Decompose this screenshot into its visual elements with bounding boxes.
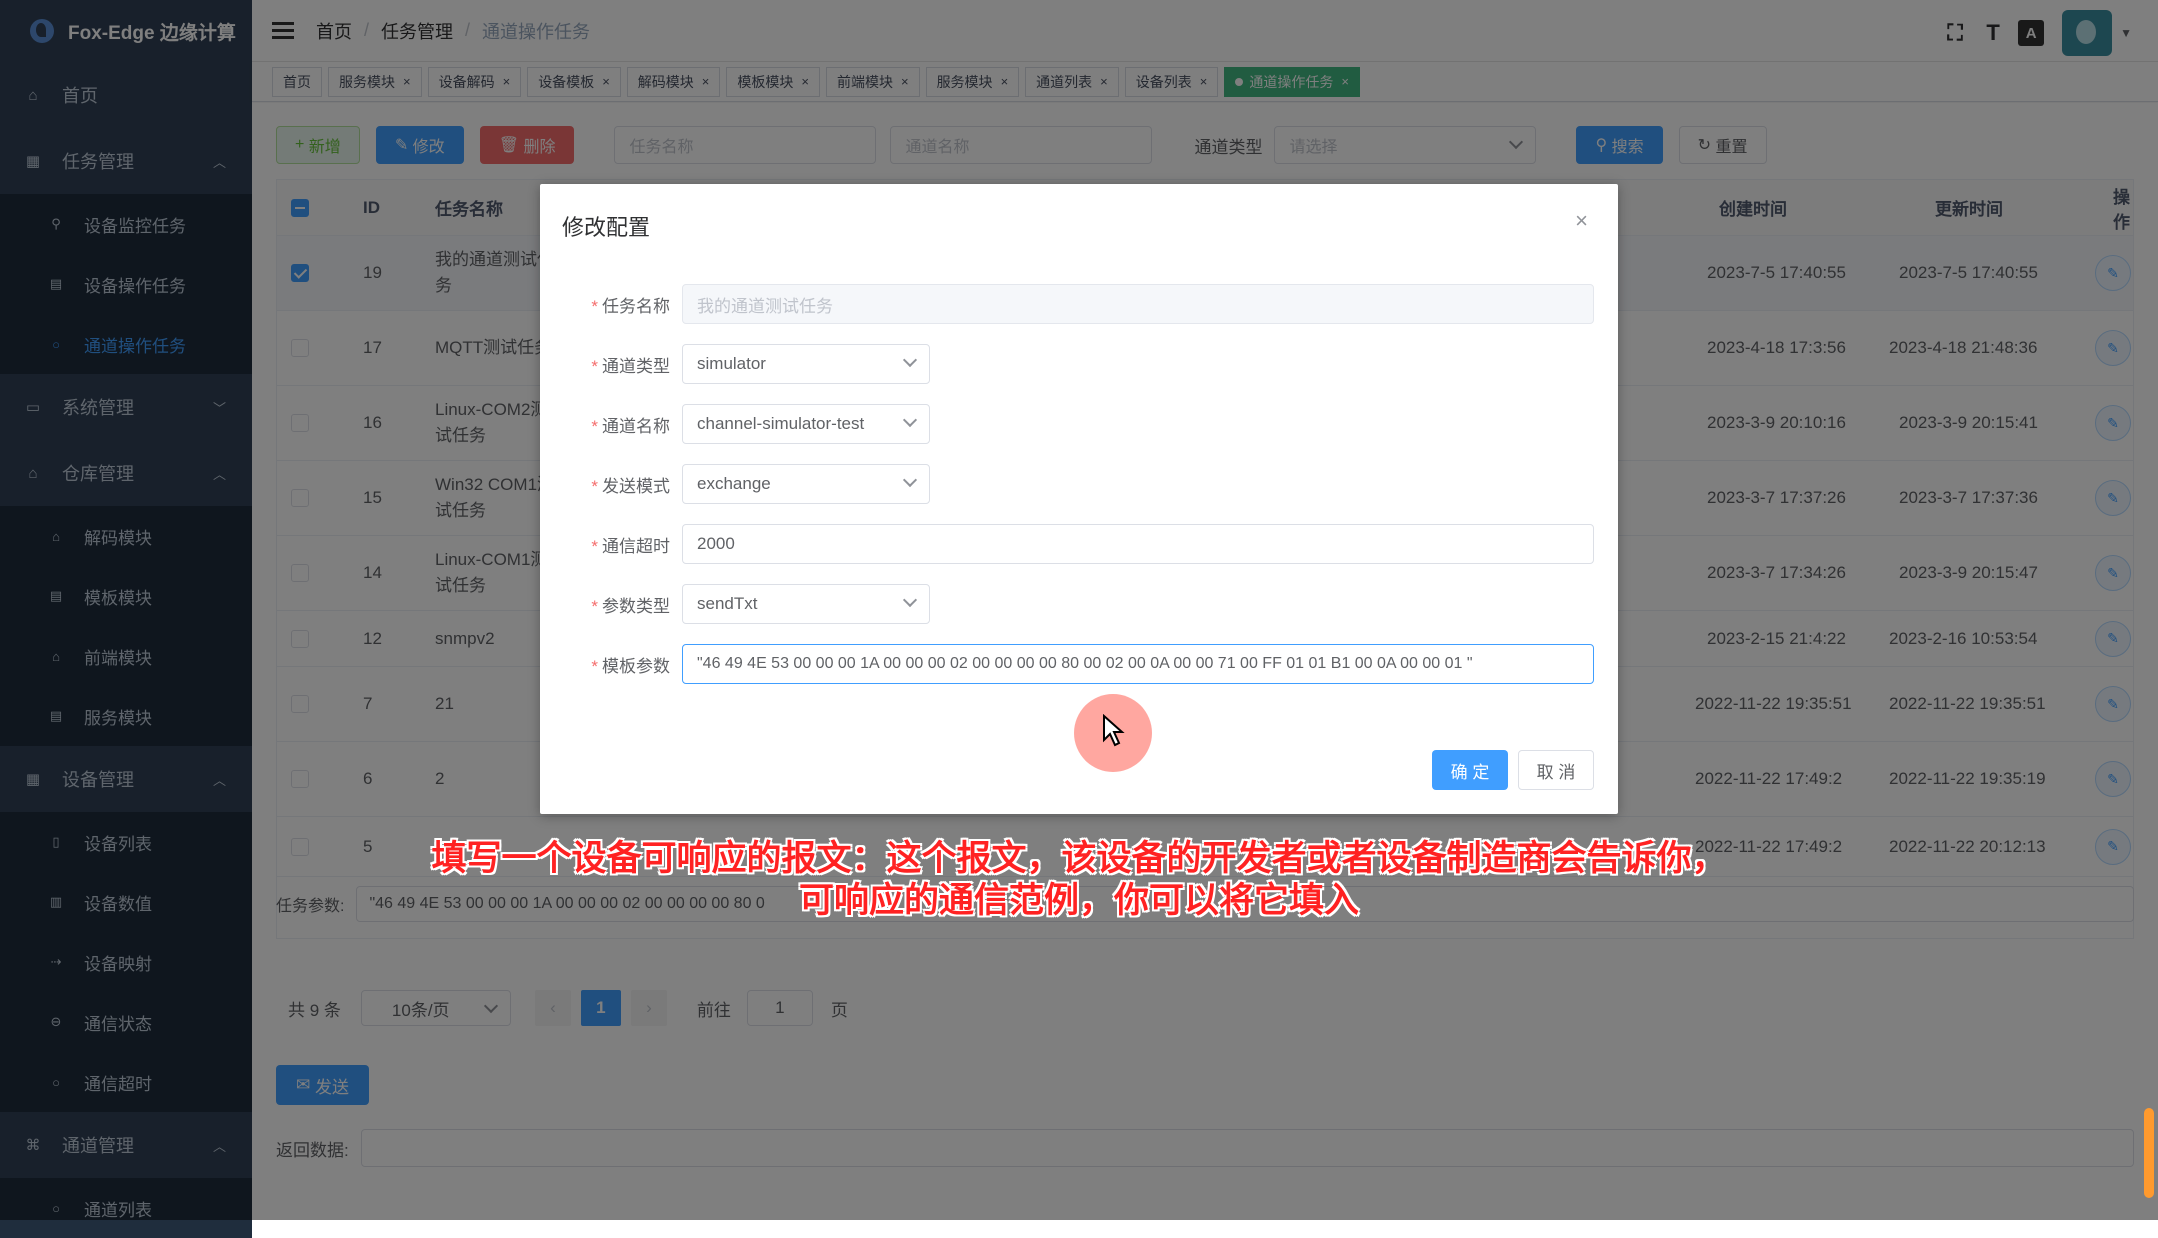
dialog-title: 修改配置	[562, 215, 651, 240]
label-text: 任务名称	[602, 296, 670, 316]
required-mark: *	[591, 416, 598, 436]
label-text: 通道名称	[602, 416, 670, 436]
form-label: * 任务名称	[540, 292, 682, 317]
label-text: 模板参数	[602, 656, 670, 676]
send-mode-select[interactable]: exchange	[682, 464, 930, 504]
task-name-input[interactable]: 我的通道测试任务	[682, 284, 1594, 324]
form-row-task-name: * 任务名称 我的通道测试任务	[540, 284, 1618, 324]
mouse-pointer-icon	[1103, 714, 1125, 747]
required-mark: *	[591, 356, 598, 376]
close-icon[interactable]: ×	[1575, 208, 1588, 234]
chevron-down-icon	[902, 472, 918, 488]
channel-type-select[interactable]: simulator	[682, 344, 930, 384]
label-text: 参数类型	[602, 596, 670, 616]
select-value: channel-simulator-test	[697, 414, 865, 433]
chevron-down-icon	[902, 352, 918, 368]
label-text: 发送模式	[602, 476, 670, 496]
confirm-button[interactable]: 确 定	[1432, 750, 1508, 790]
form-row-param-type: * 参数类型 sendTxt	[540, 584, 1618, 624]
form-label: * 参数类型	[540, 592, 682, 617]
chevron-down-icon	[902, 592, 918, 608]
select-value: simulator	[697, 354, 766, 373]
chevron-down-icon	[902, 412, 918, 428]
required-mark: *	[591, 536, 598, 556]
form-label: * 通信超时	[540, 532, 682, 557]
param-type-select[interactable]: sendTxt	[682, 584, 930, 624]
timeout-input[interactable]: 2000	[682, 524, 1594, 564]
label-text: 通信超时	[602, 536, 670, 556]
form-label: * 模板参数	[540, 652, 682, 677]
form-label: * 通道名称	[540, 412, 682, 437]
required-mark: *	[591, 296, 598, 316]
required-mark: *	[591, 596, 598, 616]
subtitle-line-2: 可响应的通信范例，你可以将它填入	[798, 881, 1359, 920]
required-mark: *	[591, 476, 598, 496]
template-param-textarea[interactable]: "46 49 4E 53 00 00 00 1A 00 00 00 02 00 …	[682, 644, 1594, 684]
form-label: * 发送模式	[540, 472, 682, 497]
form-row-send-mode: * 发送模式 exchange	[540, 464, 1618, 504]
form-row-channel-type: * 通道类型 simulator	[540, 344, 1618, 384]
select-value: sendTxt	[697, 594, 758, 613]
form-row-timeout: * 通信超时 2000	[540, 524, 1618, 564]
cancel-button[interactable]: 取 消	[1518, 750, 1594, 790]
required-mark: *	[591, 656, 598, 676]
form-row-channel-name: * 通道名称 channel-simulator-test	[540, 404, 1618, 444]
select-value: exchange	[697, 474, 771, 493]
scrollbar-thumb[interactable]	[2144, 1108, 2154, 1198]
form-label: * 通道类型	[540, 352, 682, 377]
label-text: 通道类型	[602, 356, 670, 376]
form-row-template-param: * 模板参数 "46 49 4E 53 00 00 00 1A 00 00 00 …	[540, 644, 1618, 684]
channel-name-select[interactable]: channel-simulator-test	[682, 404, 930, 444]
